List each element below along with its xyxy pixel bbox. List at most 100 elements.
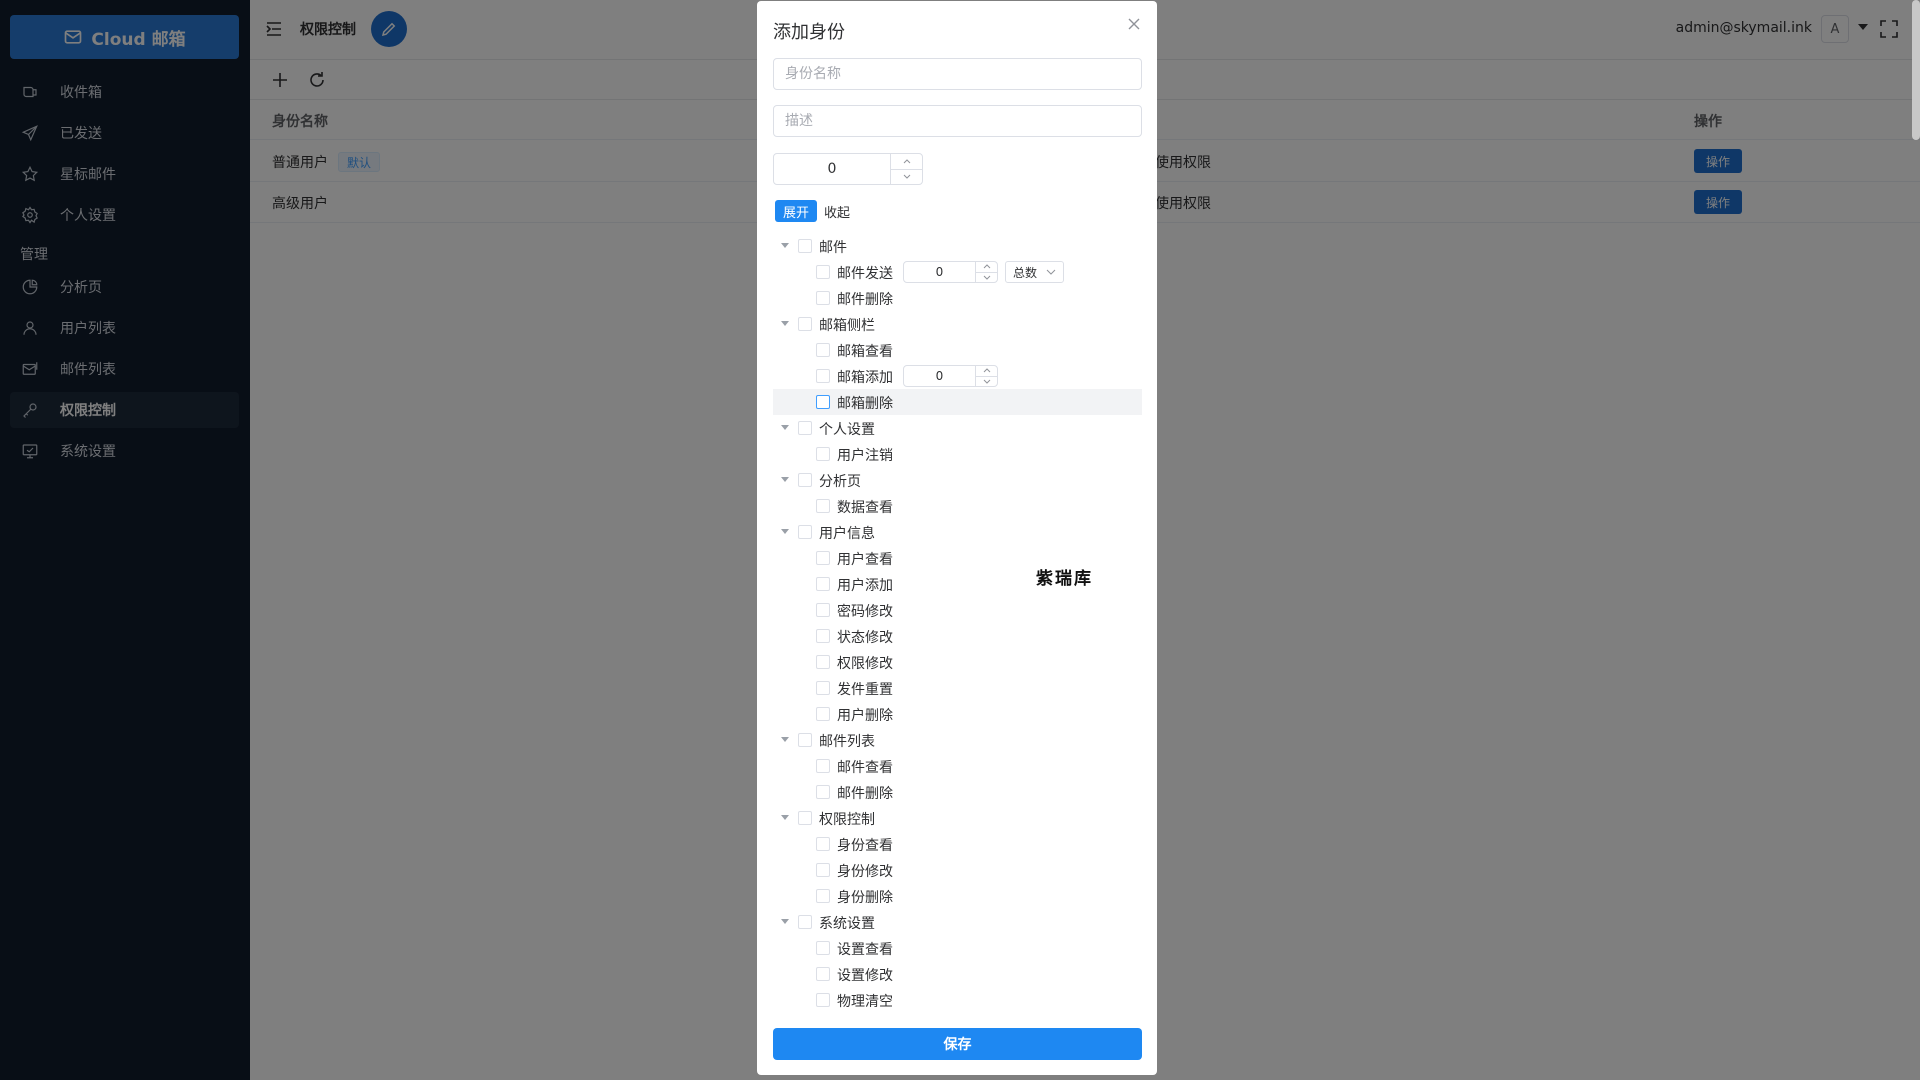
description-input[interactable]	[773, 105, 1142, 137]
tree-leaf[interactable]: 用户删除	[773, 701, 1142, 727]
tree-leaf[interactable]: 邮箱删除	[773, 389, 1142, 415]
tree-node[interactable]: 邮件列表	[773, 727, 1142, 753]
tree-checkbox[interactable]	[816, 343, 830, 357]
sort-stepper[interactable]: 0	[773, 153, 923, 185]
tree-node[interactable]: 用户信息	[773, 519, 1142, 545]
tree-checkbox[interactable]	[798, 421, 812, 435]
tree-leaf[interactable]: 状态修改	[773, 623, 1142, 649]
caret-down-icon[interactable]	[781, 529, 789, 534]
tree-leaf[interactable]: 用户注销	[773, 441, 1142, 467]
sort-value: 0	[827, 161, 837, 177]
tree-node[interactable]: 邮箱侧栏	[773, 311, 1142, 337]
tree-leaf[interactable]: 邮件删除	[773, 285, 1142, 311]
tree-checkbox[interactable]	[798, 915, 812, 929]
tree-leaf[interactable]: 设置修改	[773, 961, 1142, 987]
limit-value: 0	[935, 265, 944, 279]
tree-leaf[interactable]: 邮箱添加 0	[773, 363, 1142, 389]
limit-stepper[interactable]: 0	[903, 261, 998, 283]
tree-leaf-label: 设置修改	[837, 968, 893, 984]
tree-leaf[interactable]: 邮箱查看	[773, 337, 1142, 363]
tree-checkbox[interactable]	[816, 369, 830, 383]
tree-leaf[interactable]: 身份删除	[773, 883, 1142, 909]
tree-leaf-label: 邮箱删除	[837, 396, 893, 412]
tree-node-label: 用户信息	[819, 526, 875, 542]
tree-checkbox[interactable]	[816, 707, 830, 721]
tree-checkbox[interactable]	[816, 655, 830, 669]
decrement-icon[interactable]	[891, 170, 922, 185]
count-type-select[interactable]: 总数	[1005, 261, 1064, 283]
tree-checkbox[interactable]	[816, 499, 830, 513]
tree-checkbox[interactable]	[816, 759, 830, 773]
tree-checkbox[interactable]	[798, 525, 812, 539]
tree-checkbox[interactable]	[816, 291, 830, 305]
tree-node[interactable]: 分析页	[773, 467, 1142, 493]
tree-leaf-label: 身份删除	[837, 890, 893, 906]
caret-down-icon[interactable]	[781, 425, 789, 430]
scrollbar[interactable]	[1912, 0, 1920, 140]
tree-checkbox[interactable]	[798, 317, 812, 331]
limit-value: 0	[935, 369, 944, 383]
tree-leaf[interactable]: 身份查看	[773, 831, 1142, 857]
tree-leaf[interactable]: 身份修改	[773, 857, 1142, 883]
decrement-icon[interactable]	[976, 377, 997, 387]
tree-checkbox[interactable]	[816, 993, 830, 1007]
close-icon[interactable]	[1127, 17, 1141, 31]
limit-stepper[interactable]: 0	[903, 365, 998, 387]
select-value: 总数	[1013, 265, 1038, 280]
tree-leaf[interactable]: 物理清空	[773, 987, 1142, 1013]
caret-down-icon[interactable]	[781, 321, 789, 326]
tree-checkbox[interactable]	[816, 629, 830, 643]
tree-leaf[interactable]: 邮件删除	[773, 779, 1142, 805]
tree-checkbox[interactable]	[816, 837, 830, 851]
tree-node-label: 邮件	[819, 240, 847, 256]
tree-leaf-label: 用户删除	[837, 708, 893, 724]
tree-leaf[interactable]: 密码修改	[773, 597, 1142, 623]
caret-down-icon[interactable]	[781, 919, 789, 924]
tree-leaf-label: 邮件删除	[837, 786, 893, 802]
collapse-button[interactable]: 收起	[824, 202, 850, 221]
tree-checkbox[interactable]	[798, 811, 812, 825]
tree-leaf[interactable]: 邮件发送 0 总数	[773, 259, 1142, 285]
role-name-input[interactable]	[773, 58, 1142, 90]
tree-checkbox[interactable]	[816, 577, 830, 591]
tree-checkbox[interactable]	[816, 603, 830, 617]
tree-checkbox[interactable]	[798, 733, 812, 747]
tree-checkbox[interactable]	[816, 265, 830, 279]
caret-down-icon[interactable]	[781, 737, 789, 742]
tree-leaf[interactable]: 权限修改	[773, 649, 1142, 675]
tree-leaf[interactable]: 数据查看	[773, 493, 1142, 519]
increment-icon[interactable]	[976, 366, 997, 377]
save-button[interactable]: 保存	[773, 1028, 1142, 1060]
tree-checkbox[interactable]	[816, 941, 830, 955]
tree-checkbox[interactable]	[816, 863, 830, 877]
tree-leaf[interactable]: 发件重置	[773, 675, 1142, 701]
tree-leaf-label: 邮箱添加	[837, 370, 893, 386]
tree-checkbox[interactable]	[816, 967, 830, 981]
tree-checkbox[interactable]	[816, 785, 830, 799]
decrement-icon[interactable]	[976, 273, 997, 283]
tree-checkbox[interactable]	[816, 889, 830, 903]
tree-node[interactable]: 系统设置	[773, 909, 1142, 935]
tree-checkbox[interactable]	[816, 551, 830, 565]
tree-checkbox[interactable]	[798, 473, 812, 487]
tree-node-label: 分析页	[819, 474, 861, 490]
increment-icon[interactable]	[891, 154, 922, 170]
tree-checkbox[interactable]	[798, 239, 812, 253]
expand-button[interactable]: 展开	[775, 200, 817, 222]
tree-node-label: 邮箱侧栏	[819, 318, 875, 334]
tree-leaf-label: 密码修改	[837, 604, 893, 620]
tree-node[interactable]: 邮件	[773, 233, 1142, 259]
tree-node[interactable]: 权限控制	[773, 805, 1142, 831]
tree-checkbox[interactable]	[816, 395, 830, 409]
caret-down-icon[interactable]	[781, 243, 789, 248]
increment-icon[interactable]	[976, 262, 997, 273]
tree-leaf-label: 邮件删除	[837, 292, 893, 308]
tree-leaf[interactable]: 设置查看	[773, 935, 1142, 961]
tree-leaf[interactable]: 邮件查看	[773, 753, 1142, 779]
caret-down-icon[interactable]	[781, 477, 789, 482]
dialog-title: 添加身份	[773, 22, 845, 43]
caret-down-icon[interactable]	[781, 815, 789, 820]
tree-node[interactable]: 个人设置	[773, 415, 1142, 441]
tree-checkbox[interactable]	[816, 447, 830, 461]
tree-checkbox[interactable]	[816, 681, 830, 695]
